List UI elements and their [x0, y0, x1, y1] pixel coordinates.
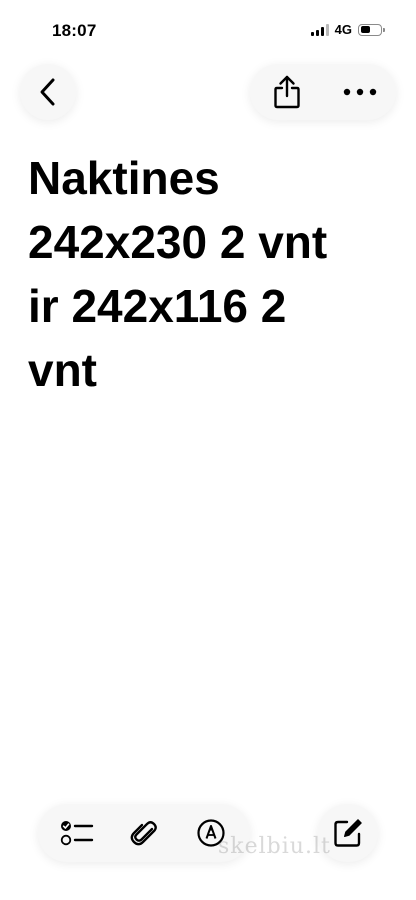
note-line: vnt — [28, 344, 97, 396]
share-button[interactable] — [250, 64, 323, 120]
paperclip-icon — [130, 821, 157, 846]
note-line: 242x230 2 vnt — [28, 216, 328, 268]
status-indicators: 4G — [310, 22, 385, 37]
network-type-label: 4G — [334, 22, 352, 37]
note-content[interactable]: Naktines 242x230 2 vnt ir 242x116 2 vnt — [28, 146, 398, 402]
status-time: 18:07 — [52, 21, 97, 40]
watermark-text: skelbiu.lt — [218, 834, 331, 859]
note-line: Naktines — [28, 152, 220, 204]
more-horizontal-icon — [343, 88, 376, 96]
compose-icon — [334, 819, 362, 847]
checklist-icon — [61, 821, 94, 846]
share-icon — [273, 75, 300, 109]
attachment-button[interactable] — [118, 807, 170, 859]
checklist-button[interactable] — [51, 807, 103, 859]
notes-screen: 18:07 4G Naktines 242x230 2 vnt ir 242x1… — [0, 0, 416, 900]
chevron-left-icon — [40, 78, 55, 106]
battery-icon — [358, 23, 385, 36]
more-options-button[interactable] — [323, 64, 396, 120]
back-button[interactable] — [20, 64, 76, 120]
note-line: ir 242x116 2 — [28, 280, 287, 332]
cellular-signal-icon — [310, 23, 329, 36]
status-bar: 18:07 4G — [0, 0, 416, 54]
note-actions-toolbar — [250, 64, 396, 120]
battery-level-fill — [360, 26, 371, 33]
